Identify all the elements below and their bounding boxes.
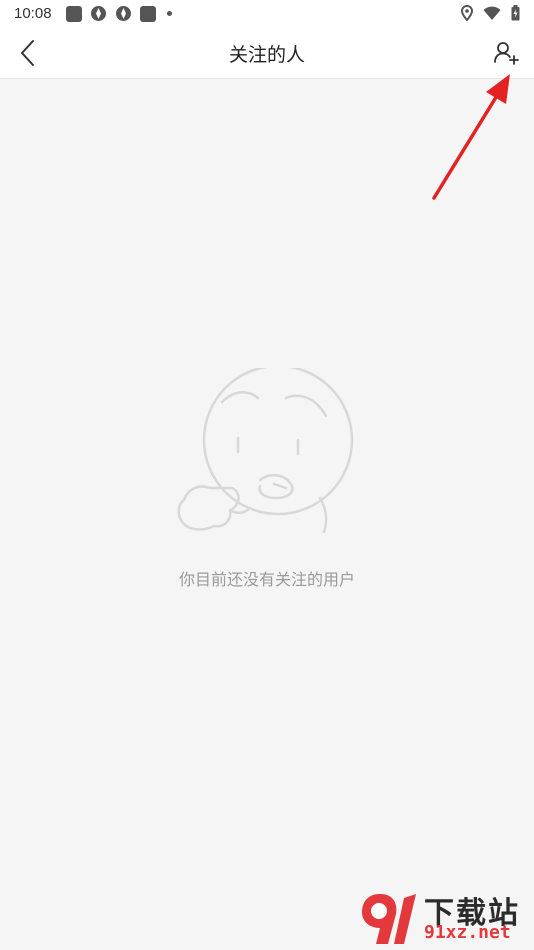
sad-face-illustration [177, 368, 354, 534]
watermark: 下载站 91xz.net [360, 888, 530, 948]
more-notifications-dot [167, 11, 172, 16]
notification-app-icon [66, 5, 82, 22]
notification-app-icon [140, 5, 156, 22]
aperture-icon [116, 6, 131, 21]
annotation-arrow [432, 74, 510, 200]
battery-icon [511, 5, 520, 21]
aperture-icon [91, 6, 106, 21]
status-bar: 10:08 [0, 0, 534, 28]
wifi-icon [483, 6, 501, 20]
status-time: 10:08 [14, 5, 52, 22]
location-icon [461, 5, 473, 21]
watermark-site: 91xz.net [424, 922, 511, 943]
system-icons [461, 5, 520, 21]
notification-icons [66, 5, 172, 22]
watermark-logo [362, 894, 416, 944]
empty-state-message: 你目前还没有关注的用户 [178, 570, 355, 589]
